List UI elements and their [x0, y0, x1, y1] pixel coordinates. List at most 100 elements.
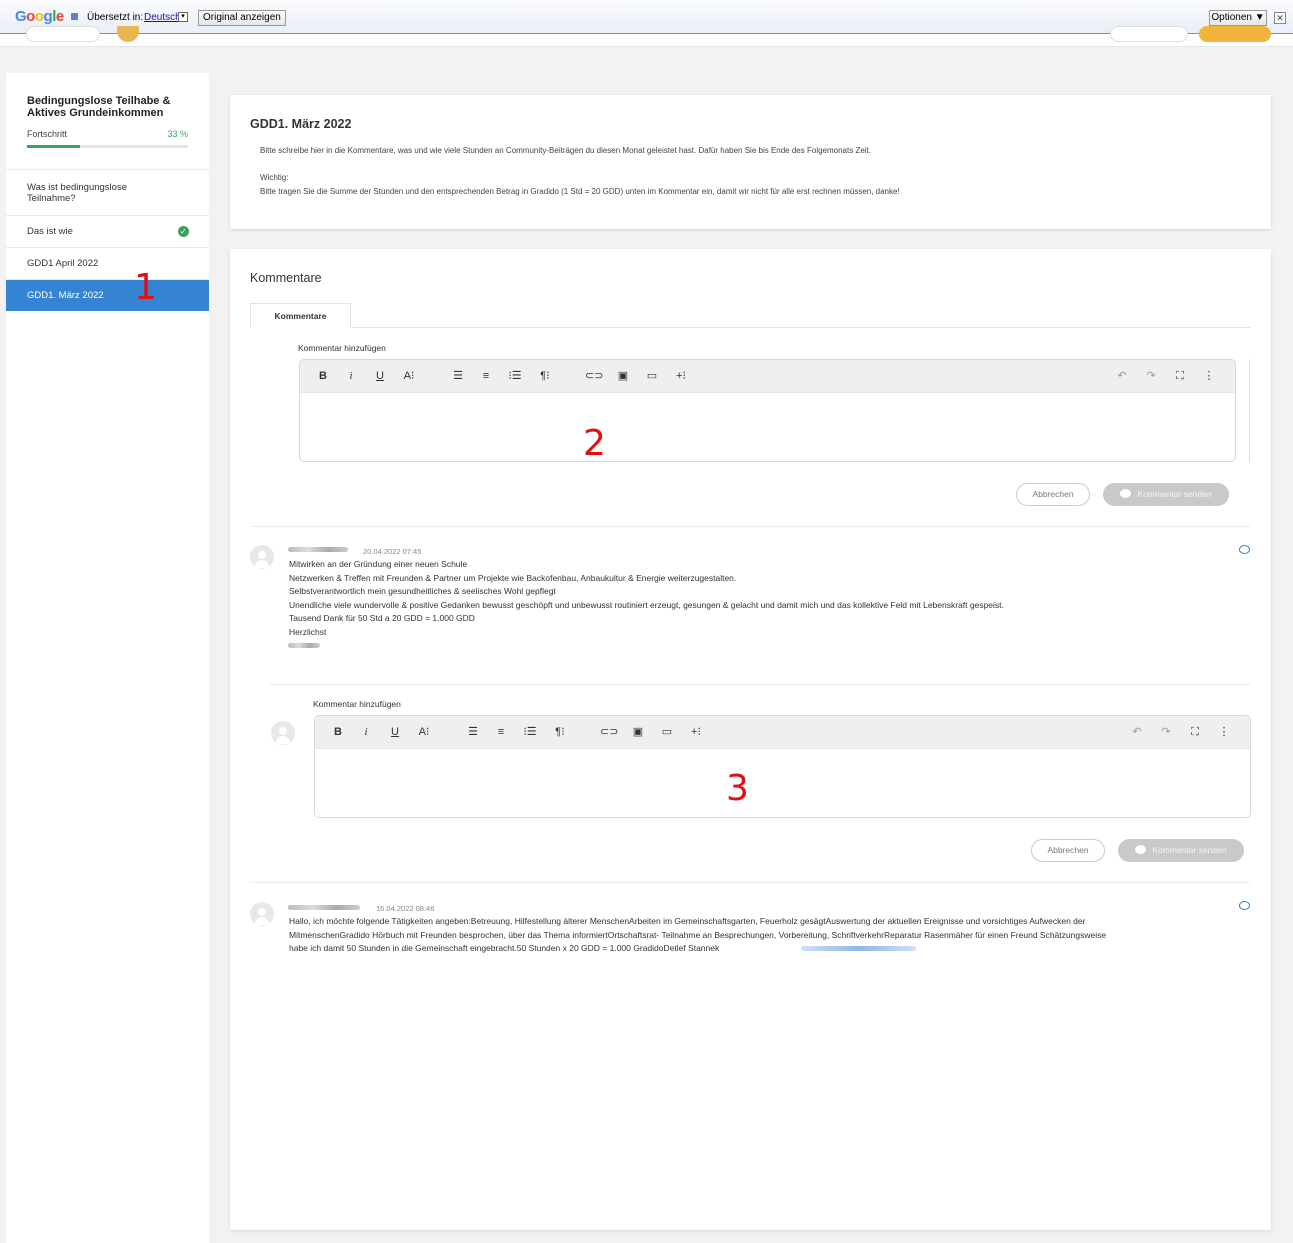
- nav-item-das-ist-wie[interactable]: Das ist wie ✓: [6, 216, 209, 248]
- comment-line: Herzlichst: [289, 626, 327, 637]
- comment-bubble-icon: [1120, 489, 1132, 498]
- editor-label: Kommentar hinzufügen: [298, 343, 386, 353]
- send-comment-button[interactable]: Kommentar senden: [1103, 483, 1229, 506]
- align-left-icon[interactable]: ☰: [464, 716, 482, 749]
- translated-label: Übersetzt in:: [87, 12, 144, 23]
- nav-item-gdd1-april[interactable]: GDD1 April 2022: [6, 248, 209, 280]
- nav-item-label: Was ist bedingungslose Teilnahme?: [27, 181, 127, 204]
- divider: [250, 526, 1250, 527]
- signature-redacted: [288, 643, 320, 648]
- comment-bubble-icon: [1135, 845, 1147, 854]
- google-translate-bar: Google Übersetzt in: Deutsch ▾ Original …: [0, 0, 1293, 34]
- author-name-redacted: [288, 905, 360, 910]
- comment-line: Mitwirken an der Gründung einer neuen Sc…: [289, 559, 468, 569]
- link-icon[interactable]: ⊂⊃: [585, 360, 603, 393]
- comment-line: habe ich damit 50 Stunden in die Gemeins…: [289, 943, 720, 953]
- reply-editor[interactable]: B i U A⁝ ☰ ≡ ⁝☰ ¶⁝ ⊂⊃ ▣ ▭ +⁝ ↶ ↷ ⛶ ⋮: [314, 715, 1251, 818]
- cancel-button[interactable]: Abbrechen: [1031, 839, 1105, 862]
- header-button-right[interactable]: [1110, 26, 1188, 42]
- close-icon[interactable]: ✕: [1274, 12, 1286, 24]
- editor-toolbar: B i U A⁝ ☰ ≡ ⁝☰ ¶⁝ ⊂⊃ ▣ ▭ +⁝ ↶ ↷ ⛶ ⋮: [300, 360, 1235, 393]
- insert-more-icon[interactable]: +⁝: [672, 360, 690, 393]
- comment-text: Mitwirken an der Gründung einer neuen Sc…: [289, 558, 1249, 639]
- course-title: Bedingungslose Teilhabe & Aktives Grunde…: [27, 95, 171, 119]
- send-label: Kommentar senden: [1152, 845, 1227, 855]
- divider: [270, 684, 1250, 685]
- link-icon[interactable]: ⊂⊃: [600, 716, 618, 749]
- important-label: Wichtig:: [260, 173, 289, 182]
- lock-icon: [71, 13, 78, 20]
- paragraph-format-icon[interactable]: ¶⁝: [536, 360, 554, 393]
- language-link[interactable]: Deutsch: [144, 12, 181, 23]
- language-dropdown-icon[interactable]: ▾: [178, 12, 188, 22]
- more-options-icon[interactable]: ⋮: [1200, 360, 1218, 393]
- redo-icon[interactable]: ↷: [1157, 716, 1175, 749]
- undo-icon[interactable]: ↶: [1128, 716, 1146, 749]
- italic-button[interactable]: i: [357, 716, 375, 749]
- annotation-2: 2: [583, 423, 606, 464]
- paragraph-format-icon[interactable]: ¶⁝: [551, 716, 569, 749]
- redo-icon[interactable]: ↷: [1142, 360, 1160, 393]
- comment-time: 20.04.2022 07:45: [363, 547, 422, 556]
- font-size-button[interactable]: A⁝: [400, 360, 418, 393]
- nav-item-label: Das ist wie: [27, 226, 73, 237]
- reply-icon[interactable]: [1239, 545, 1250, 554]
- avatar: [250, 545, 274, 569]
- nav-item-was-ist[interactable]: Was ist bedingungslose Teilnahme?: [6, 170, 209, 216]
- align-left-icon[interactable]: ☰: [449, 360, 467, 393]
- video-icon[interactable]: ▭: [658, 716, 676, 749]
- comment-line: Netzwerken & Treffen mit Freunden & Part…: [289, 572, 737, 583]
- align-center-icon[interactable]: ≡: [492, 716, 510, 749]
- editor-text-area[interactable]: [300, 393, 1235, 461]
- align-center-icon[interactable]: ≡: [477, 360, 495, 393]
- comment-line: MitmenschenGradido Hörbuch mit Freunden …: [289, 929, 1107, 940]
- editor-text-area[interactable]: [315, 749, 1250, 817]
- divider: [250, 882, 1250, 883]
- options-button[interactable]: Optionen ▼: [1209, 10, 1267, 26]
- italic-button[interactable]: i: [342, 360, 360, 393]
- comment-line: Tausend Dank für 50 Std a 20 GDD = 1.000…: [289, 613, 475, 623]
- fullscreen-icon[interactable]: ⛶: [1171, 360, 1189, 393]
- fullscreen-icon[interactable]: ⛶: [1186, 716, 1204, 749]
- image-icon[interactable]: ▣: [614, 360, 632, 393]
- underline-button[interactable]: U: [386, 716, 404, 749]
- reply-icon[interactable]: [1239, 901, 1250, 910]
- email-redacted: [801, 946, 916, 951]
- header-primary-button[interactable]: [1199, 26, 1271, 42]
- lesson-intro: Bitte schreibe hier in die Kommentare, w…: [260, 146, 872, 155]
- progress-label: Fortschritt: [27, 129, 68, 139]
- header-logo[interactable]: [117, 26, 139, 42]
- progress-percent: 33 %: [167, 129, 188, 139]
- send-comment-button[interactable]: Kommentar senden: [1118, 839, 1244, 862]
- ordered-list-icon[interactable]: ⁝☰: [521, 716, 539, 749]
- app-header: [0, 26, 1293, 47]
- header-button-left[interactable]: [26, 26, 100, 42]
- cancel-button[interactable]: Abbrechen: [1016, 483, 1090, 506]
- comment-editor[interactable]: B i U A⁝ ☰ ≡ ⁝☰ ¶⁝ ⊂⊃ ▣ ▭ +⁝ ↶ ↷ ⛶ ⋮: [299, 359, 1236, 462]
- insert-more-icon[interactable]: +⁝: [687, 716, 705, 749]
- author-name-redacted: [288, 547, 348, 552]
- undo-icon[interactable]: ↶: [1113, 360, 1131, 393]
- image-icon[interactable]: ▣: [629, 716, 647, 749]
- important-text: Bitte tragen Sie die Summe der Stunden u…: [260, 187, 900, 196]
- comment-line: Unendliche viele wundervolle & positive …: [289, 599, 1004, 610]
- avatar: [250, 902, 274, 926]
- comments-title: Kommentare: [250, 271, 322, 285]
- show-original-button[interactable]: Original anzeigen: [198, 10, 286, 26]
- bold-button[interactable]: B: [329, 716, 347, 749]
- google-logo: Google: [15, 8, 64, 25]
- nav-item-label: GDD1. März 2022: [27, 290, 104, 301]
- comment-line: Hallo, ich möchte folgende Tätigkeiten a…: [289, 916, 1086, 926]
- progress-bar: [27, 145, 188, 148]
- send-label: Kommentar senden: [1137, 489, 1212, 499]
- nav-item-gdd1-maerz[interactable]: GDD1. März 2022: [6, 280, 209, 311]
- font-size-button[interactable]: A⁝: [415, 716, 433, 749]
- editor-scrollbar[interactable]: [1245, 359, 1250, 462]
- video-icon[interactable]: ▭: [643, 360, 661, 393]
- bold-button[interactable]: B: [314, 360, 332, 393]
- comment-line: Selbstverantwortlich mein gesundheitlich…: [289, 586, 556, 596]
- ordered-list-icon[interactable]: ⁝☰: [506, 360, 524, 393]
- tab-kommentare[interactable]: Kommentare: [250, 303, 351, 328]
- more-options-icon[interactable]: ⋮: [1215, 716, 1233, 749]
- underline-button[interactable]: U: [371, 360, 389, 393]
